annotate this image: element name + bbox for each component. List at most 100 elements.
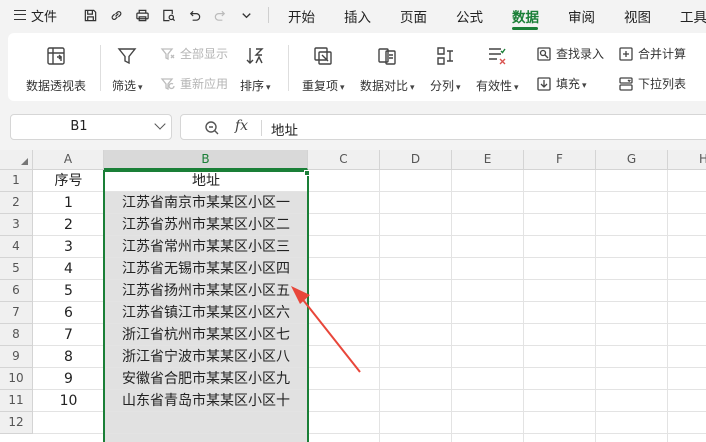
validity-label: 有效性 <box>476 79 513 93</box>
caret-down-icon: ▾ <box>410 83 415 93</box>
function-icon[interactable]: fx <box>235 118 248 134</box>
column-gridline <box>667 170 668 442</box>
show-all-button[interactable]: 全部显示 <box>160 45 228 62</box>
find-entry-label: 查找录入 <box>556 47 605 61</box>
dropdown-list-button[interactable]: 下拉列表 <box>618 75 686 92</box>
row-header[interactable]: 1 <box>0 170 33 192</box>
fill-button[interactable]: 填充 ▾ <box>536 75 587 92</box>
tab-formula[interactable]: 公式 <box>456 6 483 26</box>
column-gridline <box>379 170 380 442</box>
validity-button[interactable]: 有效性 ▾ <box>476 43 519 94</box>
cell-index[interactable]: 10 <box>33 390 104 412</box>
selection-border <box>103 170 309 442</box>
cell-index[interactable]: 9 <box>33 368 104 390</box>
pivot-table-button[interactable]: 数据透视表 <box>26 43 86 94</box>
split-column-label: 分列 <box>430 79 455 93</box>
row-header[interactable]: 9 <box>0 346 33 368</box>
reapply-button[interactable]: 重新应用 <box>160 75 228 92</box>
caret-down-icon: ▾ <box>456 83 461 93</box>
row-header[interactable]: 5 <box>0 258 33 280</box>
ribbon-separator <box>100 45 101 91</box>
cell-index[interactable]: 5 <box>33 280 104 302</box>
caret-down-icon: ▾ <box>514 83 519 93</box>
tab-page[interactable]: 页面 <box>400 6 427 26</box>
column-header-g[interactable]: G <box>596 150 668 170</box>
reapply-icon <box>160 77 175 90</box>
show-all-icon <box>160 47 175 60</box>
caret-down-icon: ▾ <box>340 83 345 93</box>
show-all-label: 全部显示 <box>180 47 229 61</box>
tab-review[interactable]: 审阅 <box>568 6 595 26</box>
column-header-h[interactable]: H <box>668 150 706 170</box>
row-header[interactable]: 4 <box>0 236 33 258</box>
ribbon-panel: 数据透视表 筛选 ▾ 全部显示 重新应用 排序 ▾ 重复项 ▾ 数据对比 ▾ 分… <box>8 33 706 101</box>
fill-handle[interactable] <box>304 170 310 176</box>
tab-insert[interactable]: 插入 <box>344 6 371 26</box>
tab-view[interactable]: 视图 <box>624 6 651 26</box>
row-header[interactable]: 10 <box>0 368 33 390</box>
row-header[interactable]: 2 <box>0 192 33 214</box>
column-header-a[interactable]: A <box>33 150 104 170</box>
undo-icon[interactable] <box>184 5 204 25</box>
print-icon[interactable] <box>132 5 152 25</box>
cell-reference: B1 <box>70 119 88 134</box>
sort-icon <box>242 43 268 69</box>
column-header-b[interactable]: B <box>104 150 308 170</box>
cell-index[interactable]: 4 <box>33 258 104 280</box>
cell-index[interactable]: 7 <box>33 324 104 346</box>
menu-separator <box>268 7 269 23</box>
formula-value[interactable]: 地址 <box>271 119 298 139</box>
data-compare-icon <box>374 43 400 69</box>
consolidate-button[interactable]: 合并计算 <box>618 45 686 62</box>
split-column-button[interactable]: 分列 ▾ <box>430 43 461 94</box>
find-entry-button[interactable]: 查找录入 <box>536 45 604 62</box>
pivot-table-label: 数据透视表 <box>26 79 87 93</box>
duplicates-label: 重复项 <box>302 79 339 93</box>
save-icon[interactable] <box>80 5 100 25</box>
column-gridline <box>451 170 452 442</box>
column-header-d[interactable]: D <box>380 150 452 170</box>
row-header[interactable]: 12 <box>0 412 33 434</box>
row-header[interactable]: 6 <box>0 280 33 302</box>
sort-label: 排序 <box>240 79 265 93</box>
cell-a1-header[interactable]: 序号 <box>33 170 104 192</box>
tab-tools[interactable]: 工具 <box>680 6 706 26</box>
split-column-icon <box>432 43 458 69</box>
name-box[interactable]: B1 <box>10 114 172 140</box>
chevron-down-icon[interactable] <box>154 118 166 130</box>
row-header[interactable]: 11 <box>0 390 33 412</box>
redo-icon[interactable] <box>210 5 230 25</box>
tab-data[interactable]: 数据 <box>512 6 539 26</box>
reapply-label: 重新应用 <box>180 77 229 91</box>
sort-button[interactable]: 排序 ▾ <box>240 43 271 94</box>
row-header[interactable]: 3 <box>0 214 33 236</box>
column-header-c[interactable]: C <box>308 150 380 170</box>
duplicates-button[interactable]: 重复项 ▾ <box>302 43 345 94</box>
validity-icon <box>484 43 510 69</box>
data-compare-label: 数据对比 <box>360 79 409 93</box>
column-header-e[interactable]: E <box>452 150 524 170</box>
filter-icon <box>114 43 140 69</box>
ribbon: 数据透视表 筛选 ▾ 全部显示 重新应用 排序 ▾ 重复项 ▾ 数据对比 ▾ 分… <box>0 30 706 106</box>
print-preview-icon[interactable] <box>158 5 178 25</box>
filter-button[interactable]: 筛选 ▾ <box>112 43 143 94</box>
cell-index[interactable]: 3 <box>33 236 104 258</box>
caret-down-icon: ▾ <box>138 83 143 93</box>
quick-access-more-icon[interactable] <box>236 5 256 25</box>
file-menu[interactable]: 文件 <box>14 6 57 25</box>
zoom-icon[interactable] <box>203 119 221 137</box>
caret-down-icon: ▾ <box>582 81 587 91</box>
cell-index[interactable]: 8 <box>33 346 104 368</box>
share-link-icon[interactable] <box>106 5 126 25</box>
data-compare-button[interactable]: 数据对比 ▾ <box>360 43 415 94</box>
column-header-f[interactable]: F <box>524 150 596 170</box>
cell-index[interactable]: 1 <box>33 192 104 214</box>
row-header[interactable]: 7 <box>0 302 33 324</box>
formula-input[interactable]: fx 地址 <box>180 114 706 140</box>
cell-index[interactable]: 6 <box>33 302 104 324</box>
tab-home[interactable]: 开始 <box>288 6 315 26</box>
cell-index[interactable]: 2 <box>33 214 104 236</box>
spreadsheet-grid[interactable]: A B C D E F G H 1 2 3 4 5 6 7 8 9 10 11 12 序号 地址 1 江苏省南京市某某区小区一… <box>0 150 706 442</box>
row-header[interactable]: 8 <box>0 324 33 346</box>
select-all-corner[interactable] <box>0 150 33 170</box>
